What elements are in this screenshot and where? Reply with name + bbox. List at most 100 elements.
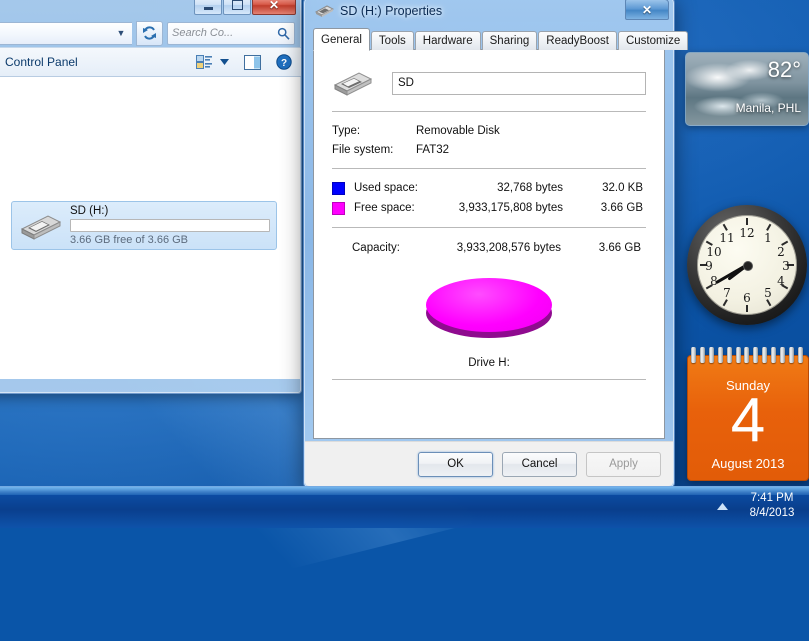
capacity-key: Capacity: [352,242,400,254]
calendar-gadget[interactable]: Sunday 4 August 2013 [687,347,809,481]
info-row-type: Type: Removable Disk [332,121,646,140]
view-options-icon [196,55,212,69]
properties-dialog[interactable]: SD (H:) Properties ✕ General Tools Hardw… [303,0,689,488]
weather-temperature: 82° [767,57,801,82]
clock-tray[interactable]: 7:41 PM 8/4/2013 [739,491,805,521]
tab-hardware[interactable]: Hardware [414,31,481,50]
spiral-ring [726,347,732,363]
list-item-drive-sd[interactable]: SD (H:) 3.66 GB free of 3.66 GB [11,201,277,250]
removable-disk-icon [314,5,334,17]
tab-general[interactable]: General [313,28,370,51]
tab-label: General [321,33,362,46]
tab-tools[interactable]: Tools [370,31,414,50]
explorer-titlebar[interactable]: ✕ [0,0,301,19]
used-space-bytes: 32,768 bytes [497,182,563,194]
clock-gadget[interactable]: 12 1 2 3 4 5 6 7 8 9 10 11 [687,205,807,325]
volume-label-input[interactable]: SD [392,71,646,95]
spiral-ring [762,347,768,363]
capacity-pie-chart [332,263,646,355]
toolbar-label: Control Panel [5,55,78,69]
tab-label: Sharing [489,35,530,47]
spiral-ring [744,347,750,363]
free-space-bytes: 3,933,175,808 bytes [458,202,563,214]
tab-label: ReadyBoost [546,35,609,47]
spiral-ring [691,347,696,363]
used-space-swatch [332,181,345,195]
clock-numeral: 7 [723,286,731,300]
info-row-capacity: Capacity: 3,933,208,576 bytes 3.66 GB [332,237,646,259]
ok-button[interactable]: OK [418,451,493,477]
search-icon [277,27,290,40]
taskbar[interactable]: 7:41 PM 8/4/2013 [0,486,809,528]
weather-gadget[interactable]: 82° Manila, PHL [685,52,809,126]
tab-sharing[interactable]: Sharing [481,31,538,50]
volume-label-value: SD [398,77,414,89]
divider [332,111,646,112]
spiral-ring [735,347,741,363]
tab-customize[interactable]: Customize [617,31,689,50]
clock-tick [722,299,728,307]
filesystem-value: FAT32 [416,143,450,156]
spiral-ring [788,347,794,363]
view-options-dropdown[interactable] [217,51,231,73]
help-button[interactable]: ? [273,51,295,73]
free-space-human: 3.66 GB [600,202,643,214]
drive-caption: Drive H: [468,357,510,369]
capacity-human: 3.66 GB [598,242,641,254]
dialog-titlebar[interactable]: SD (H:) Properties ✕ [304,0,674,25]
divider [332,379,646,380]
tray-date: 8/4/2013 [749,507,795,519]
removable-disk-icon [333,72,373,96]
clock-tick [766,223,772,231]
drive-item-name: SD (H:) [70,205,109,217]
address-bar[interactable]: ▼ [0,21,132,45]
dialog-close-button[interactable]: ✕ [625,0,669,20]
free-space-key: Free space: [354,202,415,214]
search-input[interactable]: Search Co... [167,21,295,45]
calendar-day: 4 [730,386,766,455]
pie-graphic [426,278,552,340]
close-icon: ✕ [268,0,280,12]
search-placeholder: Search Co... [172,27,234,39]
dialog-title: SD (H:) Properties [340,4,443,18]
preview-pane-icon [243,54,261,70]
chevron-down-icon[interactable]: ▼ [114,28,128,38]
info-row-filesystem: File system: FAT32 [332,140,646,159]
spiral-ring [717,347,723,363]
tab-label: Customize [625,35,681,47]
cancel-button[interactable]: Cancel [502,451,577,477]
preview-pane-button[interactable] [241,51,263,73]
refresh-icon [143,26,156,40]
spiral-ring [753,347,759,363]
minimize-button[interactable] [194,0,222,15]
tab-readyboost[interactable]: ReadyBoost [538,31,617,50]
chevron-down-icon [219,59,229,65]
refresh-button[interactable] [136,20,163,46]
legend-row-free: Free space: 3,933,175,808 bytes 3.66 GB [332,198,646,218]
clock-numeral: 4 [777,274,785,288]
divider [332,168,646,169]
spiral-ring [708,347,714,363]
show-hidden-icons-button[interactable] [713,497,731,515]
explorer-address-row: ▼ Search Co... [0,19,301,47]
free-space-swatch [332,201,345,215]
maximize-icon [231,0,243,10]
clock-tick [746,305,748,312]
maximize-button[interactable] [223,0,251,15]
explorer-toolbar: Control Panel ? [0,47,301,77]
clock-numeral: 12 [739,226,755,240]
drive-label-row: SD [332,64,646,102]
spiral-ring [780,347,786,363]
tray-time: 7:41 PM [750,492,794,504]
used-space-human: 32.0 KB [602,182,643,194]
clock-numeral: 10 [706,245,722,259]
clock-tick [746,218,748,225]
close-button[interactable]: ✕ [252,0,296,15]
calendar-body: Sunday 4 August 2013 [687,355,809,481]
svg-text:?: ? [281,58,287,69]
help-icon: ? [276,54,292,70]
clock-tick [722,223,728,231]
explorer-window[interactable]: ✕ ▼ Search Co... Control Panel ? SD (H:)… [0,0,302,394]
close-icon: ✕ [641,2,653,17]
view-options-button[interactable] [193,51,215,73]
